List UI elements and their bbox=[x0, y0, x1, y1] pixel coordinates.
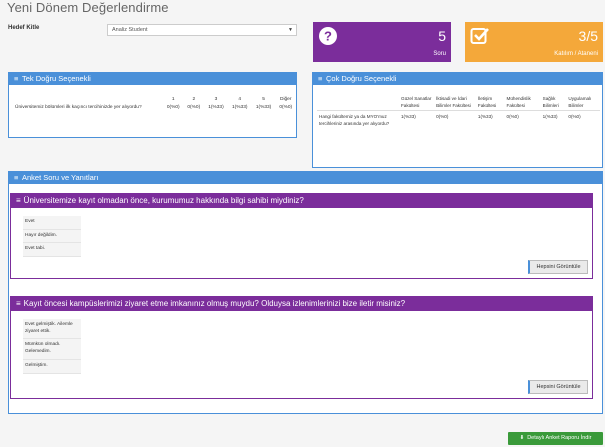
survey-answers-header: ≡ Anket Soru ve Yanıtları bbox=[9, 172, 602, 184]
single-choice-header: ≡ Tek Doğru Seçenekli bbox=[9, 73, 296, 85]
column-header: Güzel Sanatlar Fakültesi bbox=[399, 95, 435, 112]
download-report-button[interactable]: ⬇ Detaylı Anket Raporu İndir bbox=[508, 432, 603, 445]
table-cell: 1(%33) bbox=[255, 105, 272, 110]
multi-choice-panel: ≡ Çok Doğru Seçenekli Güzel Sanatlar Fakü… bbox=[312, 72, 603, 168]
column-header: Mühendislik Fakültesi bbox=[504, 95, 541, 112]
answer-item: Evet tabi. bbox=[23, 243, 81, 258]
multi-choice-header: ≡ Çok Doğru Seçenekli bbox=[313, 73, 602, 85]
table-row: Üniversitemiz bölümleri ilk kaçıncı terc… bbox=[13, 104, 296, 113]
column-header bbox=[317, 95, 399, 112]
multi-choice-table: Güzel Sanatlar Fakültesi İktisadi ve İda… bbox=[317, 95, 600, 131]
table-cell: 0(%0) bbox=[506, 114, 519, 120]
table-cell: 0(%0) bbox=[187, 105, 201, 110]
table-cell: 1(%33) bbox=[208, 105, 224, 110]
question-header: ≡ Kayıt öncesi kampüslerimizi ziyaret etm… bbox=[11, 297, 592, 311]
column-header: Sağlık Bilimleri bbox=[540, 95, 567, 112]
question-count-card: ? 5 Soru bbox=[313, 22, 451, 62]
question-block: ≡ Üniversitemize kayıt olmadan önce, kuru… bbox=[10, 193, 593, 279]
check-square-icon bbox=[470, 28, 489, 44]
answer-item: Gelmiştim. bbox=[23, 359, 81, 374]
answer-item: Evet bbox=[23, 216, 81, 230]
answer-item: Mümkün olmadı. Gelemedim. bbox=[23, 339, 81, 360]
column-header bbox=[13, 95, 163, 104]
participation-value: 3/5 bbox=[578, 28, 598, 44]
show-all-button[interactable]: Hepsini Görüntüle bbox=[528, 380, 588, 394]
participation-card: 3/5 Katılım / Ataneni bbox=[465, 22, 603, 62]
list-icon: ≡ bbox=[16, 196, 21, 205]
table-cell: 0(%0) bbox=[436, 114, 449, 120]
question-count-label: Soru bbox=[433, 51, 446, 57]
question-block: ≡ Kayıt öncesi kampüslerimizi ziyaret etm… bbox=[10, 296, 593, 399]
list-icon: ≡ bbox=[14, 74, 19, 83]
question-text: Üniversitemize kayıt olmadan önce, kurum… bbox=[23, 196, 304, 205]
table-cell: 0(%0) bbox=[279, 105, 293, 110]
table-cell: 1(%33) bbox=[401, 114, 416, 120]
question-text: Kayıt öncesi kampüslerimizi ziyaret etme… bbox=[23, 299, 406, 308]
single-choice-panel: ≡ Tek Doğru Seçenekli 1 2 3 4 5 Diğer Üni… bbox=[8, 72, 297, 138]
download-icon: ⬇ bbox=[519, 435, 525, 441]
column-header: Diğer bbox=[279, 97, 292, 102]
column-header: 2 bbox=[192, 97, 196, 102]
target-audience-value: Analiz Student bbox=[112, 27, 148, 33]
column-header: 4 bbox=[238, 97, 242, 102]
list-icon: ≡ bbox=[16, 299, 21, 308]
question-count-value: 5 bbox=[438, 28, 446, 44]
question-cell: Hangi fakültemiz ya da MYO'muz tercihler… bbox=[319, 114, 390, 126]
answer-list: Evet gelmiştik. Ailemle ziyaret ettik. M… bbox=[23, 319, 81, 374]
table-cell: 1(%33) bbox=[542, 114, 558, 120]
table-row: Hangi fakültemiz ya da MYO'muz tercihler… bbox=[317, 111, 600, 131]
answer-item: Evet gelmiştik. Ailemle ziyaret ettik. bbox=[23, 319, 81, 340]
answer-list: Evet Hayır değildim. Evet tabi. bbox=[23, 216, 81, 258]
column-header: Uygulamalı Bilimler bbox=[566, 95, 600, 112]
table-cell: 1(%33) bbox=[477, 114, 493, 120]
table-cell: 1(%33) bbox=[232, 105, 248, 110]
column-header: 1 bbox=[171, 97, 175, 102]
table-cell: 0(%0) bbox=[166, 105, 180, 110]
caret-down-icon: ▼ bbox=[288, 27, 293, 33]
column-header: İletişim Fakültesi bbox=[475, 95, 505, 112]
column-header: İktisadi ve İdari Bilimler Fakültesi bbox=[434, 95, 476, 112]
column-header: 3 bbox=[214, 97, 218, 102]
question-circle-icon: ? bbox=[319, 27, 337, 45]
question-header: ≡ Üniversitemize kayıt olmadan önce, kuru… bbox=[11, 194, 592, 208]
participation-label: Katılım / Ataneni bbox=[554, 51, 598, 57]
single-choice-table: 1 2 3 4 5 Diğer Üniversitemiz bölümleri … bbox=[13, 95, 296, 113]
column-header: 5 bbox=[262, 97, 265, 102]
page-title: Yeni Dönem Değerlendirme bbox=[7, 0, 169, 15]
target-audience-label: Hedef Kitle bbox=[8, 25, 40, 31]
target-audience-select[interactable]: Analiz Student ▼ bbox=[107, 24, 297, 36]
show-all-button[interactable]: Hepsini Görüntüle bbox=[528, 260, 588, 274]
list-icon: ≡ bbox=[14, 173, 19, 182]
question-cell: Üniversitemiz bölümleri ilk kaçıncı terc… bbox=[15, 105, 142, 110]
table-cell: 0(%0) bbox=[568, 114, 581, 120]
list-icon: ≡ bbox=[318, 74, 323, 83]
svg-text:?: ? bbox=[324, 29, 332, 44]
answer-item: Hayır değildim. bbox=[23, 229, 81, 244]
